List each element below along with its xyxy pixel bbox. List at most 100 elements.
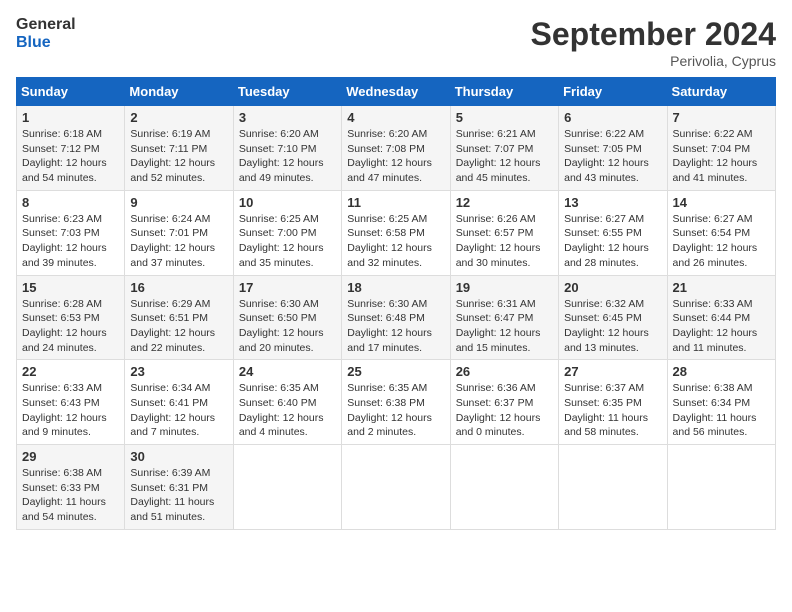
calendar-cell: 15Sunrise: 6:28 AM Sunset: 6:53 PM Dayli… [17,275,125,360]
calendar-cell: 26 Sunrise: 6:36 AM Sunset: 6:37 PM Dayli… [450,360,558,445]
day-info: Sunrise: 6:24 AM Sunset: 7:01 PM Dayligh… [130,212,227,271]
day-number: 16 [130,280,227,295]
calendar-cell: 9 Sunrise: 6:24 AM Sunset: 7:01 PM Daylig… [125,190,233,275]
calendar-cell: 19 Sunrise: 6:31 AM Sunset: 6:47 PM Dayli… [450,275,558,360]
day-info: Sunrise: 6:21 AM Sunset: 7:07 PM Dayligh… [456,127,553,186]
logo: General Blue General Blue [16,16,76,51]
day-info: Sunrise: 6:38 AM Sunset: 6:34 PM Dayligh… [673,381,770,440]
day-info: Sunrise: 6:27 AM Sunset: 6:54 PM Dayligh… [673,212,770,271]
day-number: 9 [130,195,227,210]
calendar-cell: 6 Sunrise: 6:22 AM Sunset: 7:05 PM Daylig… [559,106,667,191]
day-info: Sunrise: 6:36 AM Sunset: 6:37 PM Dayligh… [456,381,553,440]
location-subtitle: Perivolia, Cyprus [531,53,776,69]
calendar-cell [342,445,450,530]
day-info: Sunrise: 6:33 AM Sunset: 6:44 PM Dayligh… [673,297,770,356]
day-info: Sunrise: 6:25 AM Sunset: 7:00 PM Dayligh… [239,212,336,271]
col-wednesday: Wednesday [342,78,450,106]
col-sunday: Sunday [17,78,125,106]
day-info: Sunrise: 6:27 AM Sunset: 6:55 PM Dayligh… [564,212,661,271]
day-number: 3 [239,110,336,125]
day-info: Sunrise: 6:39 AM Sunset: 6:31 PM Dayligh… [130,466,227,525]
calendar-cell: 1 Sunrise: 6:18 AM Sunset: 7:12 PM Daylig… [17,106,125,191]
col-friday: Friday [559,78,667,106]
header-row: Sunday Monday Tuesday Wednesday Thursday… [17,78,776,106]
day-number: 27 [564,364,661,379]
day-info: Sunrise: 6:19 AM Sunset: 7:11 PM Dayligh… [130,127,227,186]
day-number: 15 [22,280,119,295]
calendar-cell: 23 Sunrise: 6:34 AM Sunset: 6:41 PM Dayli… [125,360,233,445]
day-info: Sunrise: 6:22 AM Sunset: 7:04 PM Dayligh… [673,127,770,186]
day-number: 12 [456,195,553,210]
day-info: Sunrise: 6:35 AM Sunset: 6:38 PM Dayligh… [347,381,444,440]
day-number: 23 [130,364,227,379]
logo-line2: Blue [16,34,76,52]
calendar-cell: 20Sunrise: 6:32 AM Sunset: 6:45 PM Dayli… [559,275,667,360]
day-info: Sunrise: 6:20 AM Sunset: 7:10 PM Dayligh… [239,127,336,186]
day-number: 22 [22,364,119,379]
calendar-cell: 25Sunrise: 6:35 AM Sunset: 6:38 PM Dayli… [342,360,450,445]
day-info: Sunrise: 6:31 AM Sunset: 6:47 PM Dayligh… [456,297,553,356]
day-number: 1 [22,110,119,125]
day-number: 10 [239,195,336,210]
calendar-table: Sunday Monday Tuesday Wednesday Thursday… [16,77,776,530]
day-number: 29 [22,449,119,464]
calendar-cell: 4Sunrise: 6:20 AM Sunset: 7:08 PM Daylig… [342,106,450,191]
day-number: 28 [673,364,770,379]
day-info: Sunrise: 6:38 AM Sunset: 6:33 PM Dayligh… [22,466,119,525]
day-info: Sunrise: 6:26 AM Sunset: 6:57 PM Dayligh… [456,212,553,271]
calendar-row: 29 Sunrise: 6:38 AM Sunset: 6:33 PM Dayli… [17,445,776,530]
day-info: Sunrise: 6:29 AM Sunset: 6:51 PM Dayligh… [130,297,227,356]
calendar-cell: 13 Sunrise: 6:27 AM Sunset: 6:55 PM Dayli… [559,190,667,275]
month-title: September 2024 [531,16,776,53]
col-monday: Monday [125,78,233,106]
day-number: 14 [673,195,770,210]
day-info: Sunrise: 6:18 AM Sunset: 7:12 PM Dayligh… [22,127,119,186]
day-number: 8 [22,195,119,210]
calendar-cell: 12 Sunrise: 6:26 AM Sunset: 6:57 PM Dayli… [450,190,558,275]
day-number: 7 [673,110,770,125]
day-info: Sunrise: 6:30 AM Sunset: 6:50 PM Dayligh… [239,297,336,356]
day-number: 2 [130,110,227,125]
calendar-row: 1 Sunrise: 6:18 AM Sunset: 7:12 PM Daylig… [17,106,776,191]
day-number: 6 [564,110,661,125]
calendar-cell: 21 Sunrise: 6:33 AM Sunset: 6:44 PM Dayli… [667,275,775,360]
day-number: 19 [456,280,553,295]
calendar-cell: 11 Sunrise: 6:25 AM Sunset: 6:58 PM Dayli… [342,190,450,275]
day-info: Sunrise: 6:35 AM Sunset: 6:40 PM Dayligh… [239,381,336,440]
day-number: 18 [347,280,444,295]
day-number: 24 [239,364,336,379]
day-number: 13 [564,195,661,210]
calendar-cell: 14 Sunrise: 6:27 AM Sunset: 6:54 PM Dayli… [667,190,775,275]
day-info: Sunrise: 6:37 AM Sunset: 6:35 PM Dayligh… [564,381,661,440]
calendar-cell: 22 Sunrise: 6:33 AM Sunset: 6:43 PM Dayli… [17,360,125,445]
day-number: 21 [673,280,770,295]
calendar-cell: 3 Sunrise: 6:20 AM Sunset: 7:10 PM Daylig… [233,106,341,191]
calendar-cell: 8 Sunrise: 6:23 AM Sunset: 7:03 PM Daylig… [17,190,125,275]
day-info: Sunrise: 6:25 AM Sunset: 6:58 PM Dayligh… [347,212,444,271]
day-number: 17 [239,280,336,295]
day-info: Sunrise: 6:32 AM Sunset: 6:45 PM Dayligh… [564,297,661,356]
calendar-cell [233,445,341,530]
day-info: Sunrise: 6:30 AM Sunset: 6:48 PM Dayligh… [347,297,444,356]
title-block: September 2024 Perivolia, Cyprus [531,16,776,69]
day-info: Sunrise: 6:23 AM Sunset: 7:03 PM Dayligh… [22,212,119,271]
day-number: 5 [456,110,553,125]
calendar-cell [559,445,667,530]
calendar-cell [450,445,558,530]
col-thursday: Thursday [450,78,558,106]
calendar-cell: 27 Sunrise: 6:37 AM Sunset: 6:35 PM Dayli… [559,360,667,445]
day-info: Sunrise: 6:33 AM Sunset: 6:43 PM Dayligh… [22,381,119,440]
day-info: Sunrise: 6:22 AM Sunset: 7:05 PM Dayligh… [564,127,661,186]
logo-line1: General [16,16,76,34]
day-number: 26 [456,364,553,379]
page-header: General Blue General Blue September 2024… [16,16,776,69]
day-number: 11 [347,195,444,210]
day-info: Sunrise: 6:20 AM Sunset: 7:08 PM Dayligh… [347,127,444,186]
calendar-cell: 28 Sunrise: 6:38 AM Sunset: 6:34 PM Dayli… [667,360,775,445]
day-info: Sunrise: 6:34 AM Sunset: 6:41 PM Dayligh… [130,381,227,440]
col-saturday: Saturday [667,78,775,106]
calendar-cell [667,445,775,530]
calendar-row: 22 Sunrise: 6:33 AM Sunset: 6:43 PM Dayli… [17,360,776,445]
calendar-cell: 2 Sunrise: 6:19 AM Sunset: 7:11 PM Daylig… [125,106,233,191]
calendar-cell: 29 Sunrise: 6:38 AM Sunset: 6:33 PM Dayli… [17,445,125,530]
